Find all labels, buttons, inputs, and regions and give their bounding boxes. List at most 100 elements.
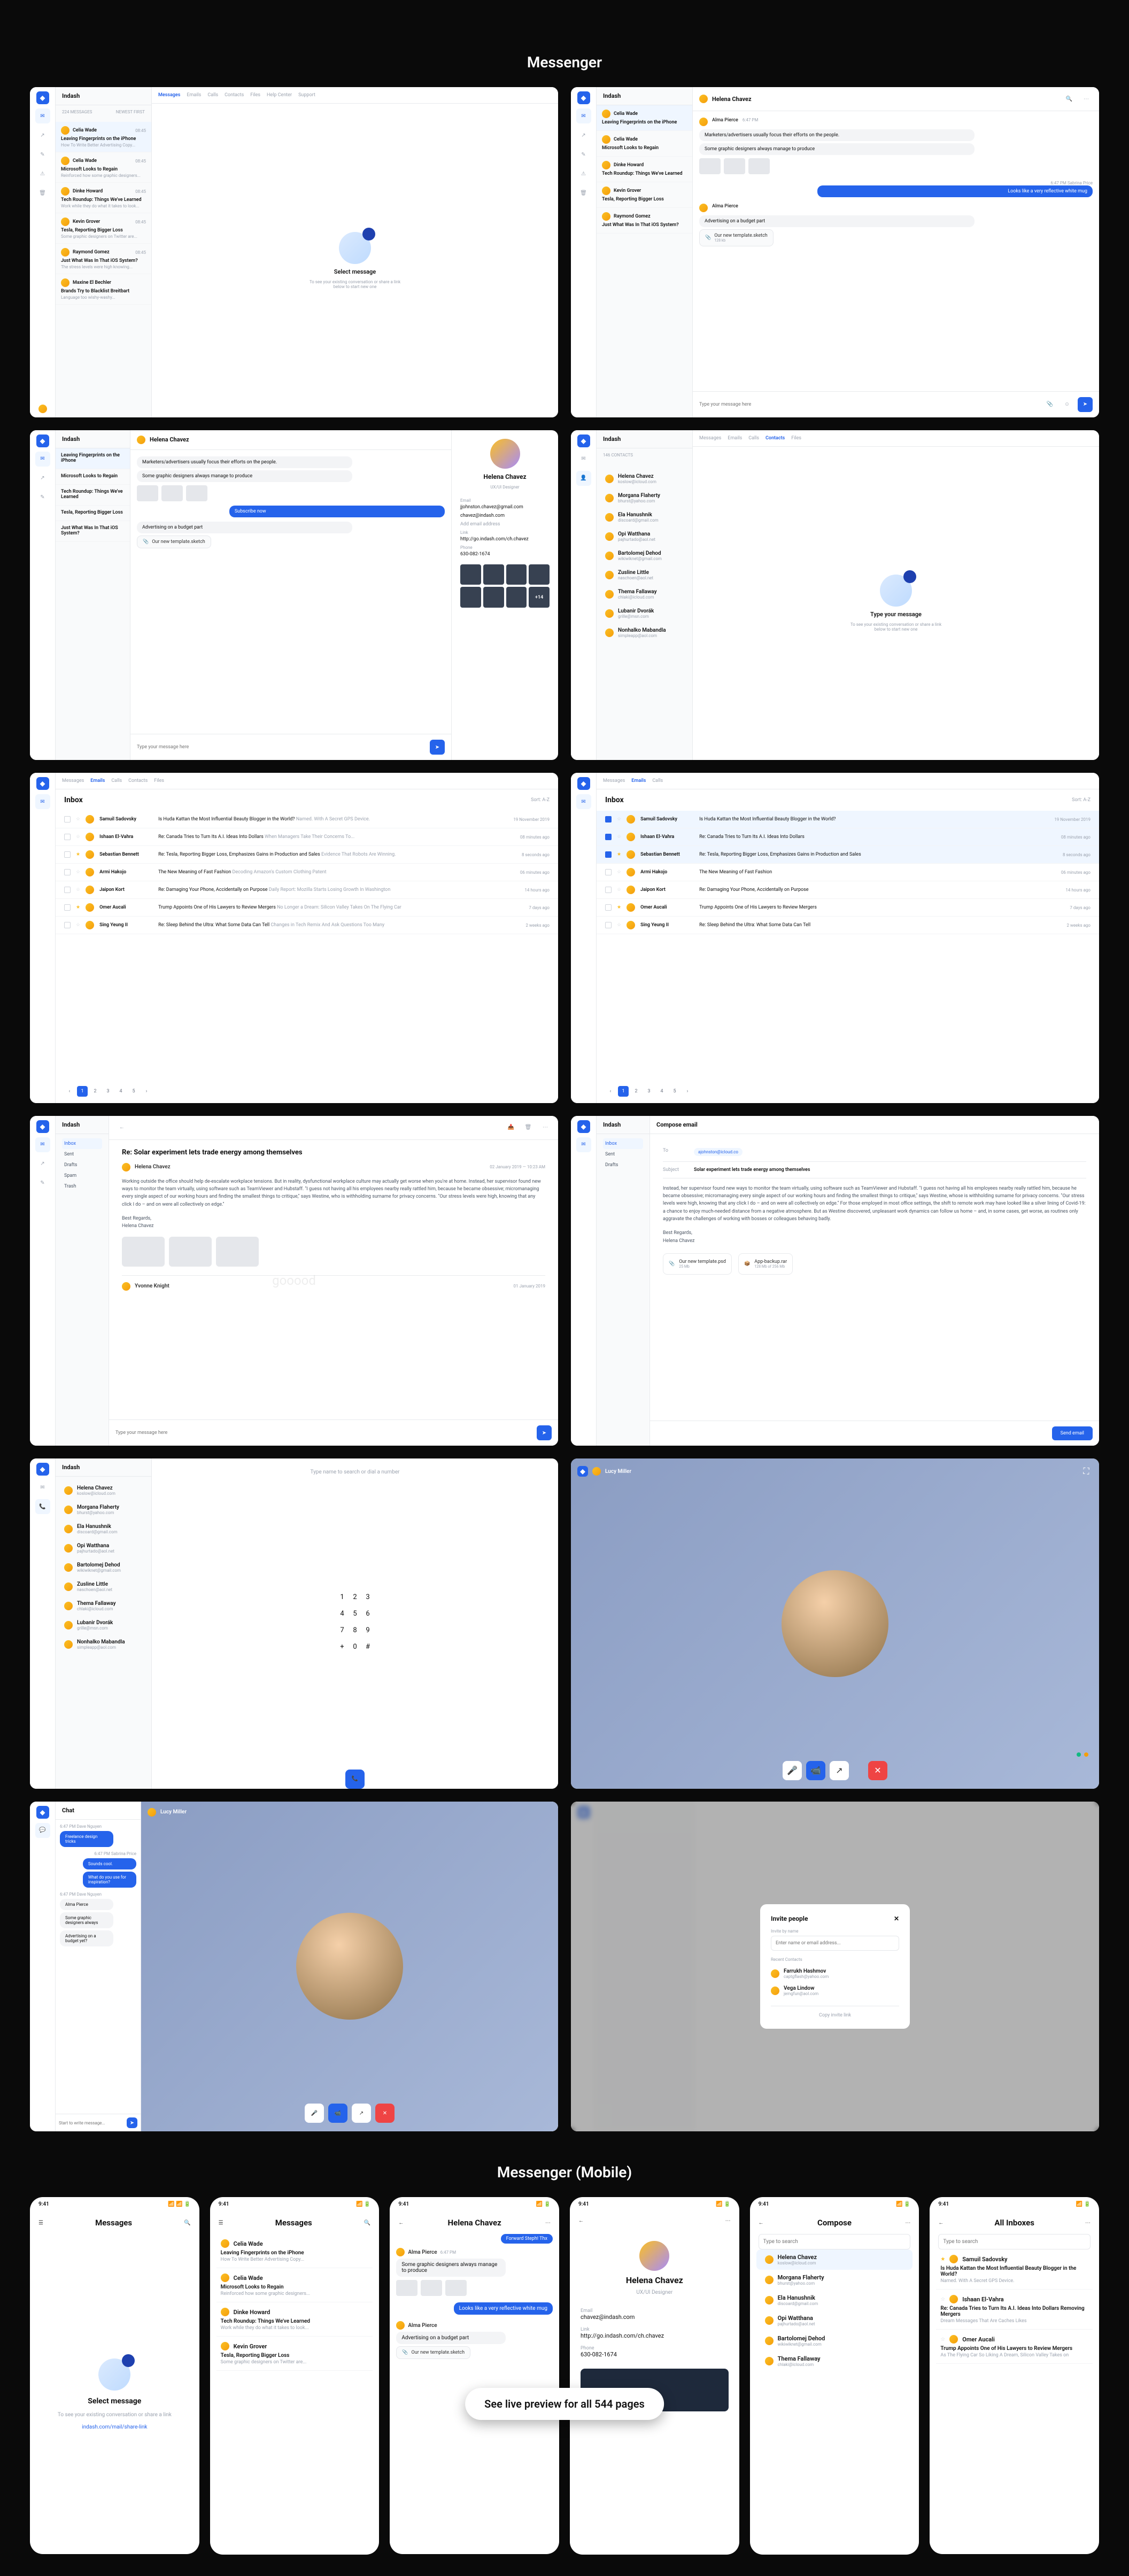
dial-key-7[interactable]: 7 — [340, 1626, 344, 1634]
search-input[interactable] — [759, 2234, 911, 2249]
dial-key-5[interactable]: 5 — [353, 1610, 357, 1618]
chat-header: Helena Chavez 🔍 ⋯ — [693, 87, 1099, 111]
media-thumbnails: +14 — [460, 564, 550, 608]
mobile-chat: 9:41📶 🔋 ←Helena Chavez⋯ Forward Steph! T… — [390, 2197, 559, 2554]
screenshot-inbox-2: ◆✉ MessagesEmailsCalls InboxSort: A-Z ☆S… — [571, 773, 1099, 1103]
message-item[interactable]: Maxine El Bechler Brands Try to Blacklis… — [56, 274, 151, 305]
dial-key-8[interactable]: 8 — [353, 1626, 357, 1634]
dial-key-0[interactable]: 0 — [353, 1643, 357, 1651]
chat-chip: Forward Steph! Thx — [501, 2234, 553, 2244]
back-icon[interactable]: ← — [398, 2220, 404, 2226]
media-more[interactable]: +14 — [529, 587, 550, 608]
tab-files[interactable]: Files — [250, 92, 260, 98]
nav-inbox-icon[interactable]: ✉ — [35, 108, 50, 123]
message-item[interactable]: Kevin Grover08:45 Tesla, Reporting Bigge… — [56, 213, 151, 244]
mobile-message-item[interactable]: Celia WadeLeaving Fingerprints on the iP… — [216, 2234, 373, 2268]
message-item[interactable]: Celia Wade08:45 Microsoft Looks to Regai… — [56, 152, 151, 183]
mobile-inboxes: 9:41📶 🔋 ←All Inboxes⋯ ★Samuil SadovskyIs… — [930, 2197, 1099, 2554]
nav-trash-icon[interactable]: 🗑 — [35, 185, 50, 200]
tab-emails[interactable]: Emails — [187, 92, 201, 98]
call-button[interactable]: 📞 — [345, 1770, 365, 1789]
mobile-compose: 9:41📶 🔋 ←Compose⋯ Helena Chavezkoslow@ic… — [750, 2197, 919, 2555]
screenshot-messages-empty: ◆ ✉ ↗ ✎ ⚠ 🗑 Indash 224 MessagesNewest fi… — [30, 87, 558, 417]
compose-form: Toajohnston@icloud.co SubjectSolar exper… — [650, 1134, 1099, 1421]
copy-link-button[interactable]: Copy invite link — [771, 2006, 899, 2018]
call-contact-name: Lucy Miller — [605, 1469, 631, 1475]
invite-modal: Invite people✕ Invite by name Recent Con… — [760, 1904, 910, 2029]
app-logo[interactable]: ◆ — [577, 91, 590, 104]
search-icon[interactable]: 🔍 — [1063, 92, 1076, 105]
chat-bubble-out: Looks like a very reflective white mug — [817, 185, 1093, 197]
recipient-chip[interactable]: ajohnston@icloud.co — [694, 1148, 743, 1156]
nav-spam-icon[interactable]: ⚠ — [35, 166, 50, 181]
page-prev[interactable]: ‹ — [64, 1086, 75, 1097]
compose-body-text[interactable]: Instead, her supervisor found new ways t… — [663, 1185, 1086, 1223]
contact-avatar[interactable] — [699, 95, 708, 103]
screenshot-dialer: ◆✉📞 Indash Helena Chavezkoslow@icloud.co… — [30, 1458, 558, 1789]
inbox-row[interactable]: ☆Samuil SadovskyIs Huda Kattan the Most … — [56, 811, 558, 828]
nav-sent-icon[interactable]: ↗ — [35, 128, 50, 143]
fullscreen-icon[interactable]: ⛶ — [1080, 1465, 1093, 1478]
hangup-button[interactable]: ✕ — [868, 1761, 887, 1780]
screenshot-chat-video: ◆💬 Chat 6:47 PM Dave Nguyen Freelance de… — [30, 1802, 558, 2132]
invite-input[interactable] — [771, 1936, 899, 1951]
dial-key-3[interactable]: 3 — [366, 1593, 370, 1601]
page-number[interactable]: 1 — [77, 1086, 88, 1097]
close-icon[interactable]: ✕ — [894, 1915, 899, 1922]
contact-item[interactable]: Helena Chavezkoslow@icloud.com — [597, 469, 692, 488]
file-attachment[interactable]: 📎Our new template.sketch128 kb — [699, 229, 774, 246]
cta-preview-button[interactable]: See live preview for all 544 pages — [465, 2388, 664, 2420]
message-item[interactable]: Dinke Howard08:45 Tech Roundup: Things W… — [56, 183, 151, 213]
video-person — [782, 1570, 888, 1677]
checkbox[interactable] — [64, 816, 71, 823]
image-attachment[interactable] — [699, 158, 721, 174]
emoji-icon[interactable]: ☺ — [1061, 398, 1073, 411]
dial-key-hash[interactable]: # — [366, 1643, 370, 1651]
send-button[interactable]: ➤ — [1078, 397, 1093, 412]
dial-key-9[interactable]: 9 — [366, 1626, 370, 1634]
subject-input[interactable]: Solar experiment lets trade energy among… — [694, 1167, 810, 1173]
tab-support[interactable]: Support — [298, 92, 315, 98]
video-controls: 🎤 📹 ↗ ✕ — [783, 1761, 887, 1780]
user-avatar[interactable] — [38, 405, 47, 413]
send-email-button[interactable]: Send email — [1052, 1426, 1093, 1440]
more-icon[interactable]: ⋯ — [539, 1121, 552, 1134]
message-input[interactable] — [699, 402, 1039, 407]
email-image[interactable] — [122, 1237, 165, 1267]
page-next[interactable]: › — [141, 1086, 152, 1097]
dial-key-2[interactable]: 2 — [353, 1593, 357, 1601]
more-icon[interactable]: ⋯ — [1080, 92, 1093, 105]
dial-input[interactable]: Type name to search or dial a number — [152, 1458, 558, 1486]
menu-icon[interactable]: ☰ — [38, 2220, 43, 2226]
star-icon[interactable]: ☆ — [76, 817, 80, 822]
tab-help[interactable]: Help Center — [267, 92, 292, 98]
delete-icon[interactable]: 🗑 — [522, 1121, 535, 1134]
nav-inbox-icon[interactable]: ✉ — [576, 108, 591, 123]
pagination: ‹ 1 2 3 4 5 › — [56, 1080, 558, 1103]
app-logo[interactable]: ◆ — [36, 91, 49, 104]
tab-contacts[interactable]: Contacts — [225, 92, 244, 98]
archive-icon[interactable]: 📥 — [505, 1121, 517, 1134]
chat-bubble-in: Marketers/advertisers usually focus thei… — [699, 129, 975, 141]
contacts-list: Helena Chavezkoslow@icloud.com Morgana F… — [597, 465, 692, 647]
video-toggle-button[interactable]: 📹 — [806, 1761, 825, 1780]
dial-key-4[interactable]: 4 — [340, 1610, 344, 1618]
video-feed: ◆ Lucy Miller ⛶ 🎤 📹 ↗ ✕ — [571, 1458, 1099, 1789]
dial-key-plus[interactable]: + — [340, 1643, 344, 1651]
message-item[interactable]: Raymond Gomez08:45 Just What Was In That… — [56, 244, 151, 274]
tab-messages[interactable]: Messages — [158, 92, 180, 98]
dial-key-1[interactable]: 1 — [340, 1593, 344, 1601]
back-icon[interactable]: ← — [115, 1121, 128, 1134]
dial-key-6[interactable]: 6 — [366, 1610, 370, 1618]
mute-button[interactable]: 🎤 — [783, 1761, 802, 1780]
modal-overlay[interactable]: Invite people✕ Invite by name Recent Con… — [571, 1802, 1099, 2132]
attach-icon[interactable]: 📎 — [1043, 398, 1056, 411]
search-icon[interactable]: 🔍 — [184, 2220, 190, 2226]
nav-drafts-icon[interactable]: ✎ — [35, 147, 50, 162]
tab-calls[interactable]: Calls — [207, 92, 218, 98]
message-item[interactable]: Celia Wade08:45 Leaving Fingerprints on … — [56, 122, 151, 152]
attachment-card[interactable]: 📎Our new template.psd25 Mb — [663, 1253, 732, 1275]
chat-messages: Alma Pierce6:47 PM Marketers/advertisers… — [693, 111, 1099, 391]
share-button[interactable]: ↗ — [830, 1761, 849, 1780]
screenshot-compose: ◆✉ Indash Inbox Sent Drafts Compose emai… — [571, 1116, 1099, 1446]
